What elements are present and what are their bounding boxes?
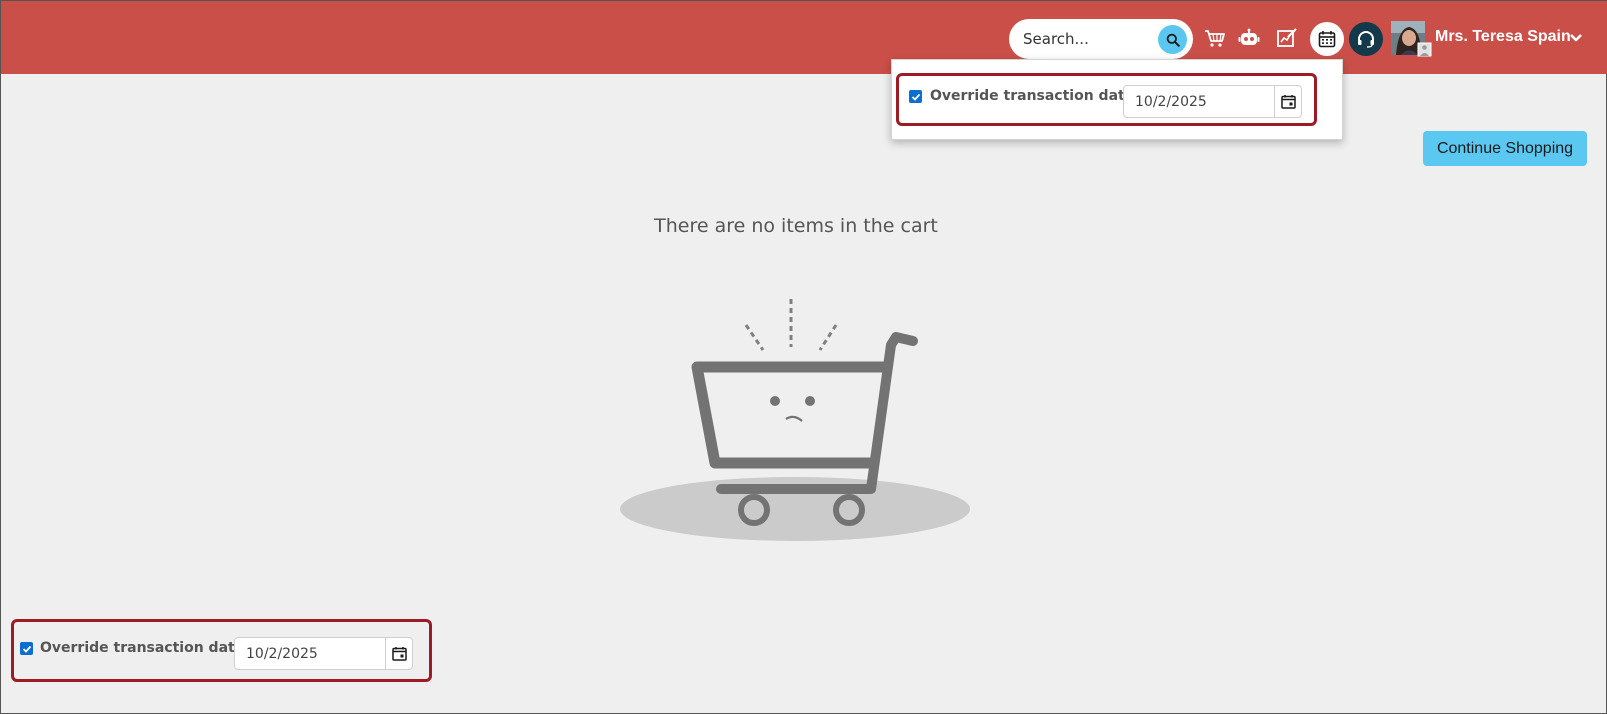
user-name[interactable]: Mrs. Teresa Spain bbox=[1435, 28, 1571, 46]
transaction-date-value: 10/2/2025 bbox=[246, 646, 318, 662]
robot-icon[interactable] bbox=[1235, 24, 1263, 52]
transaction-date-popup: Override transaction date 10/2/2025 bbox=[891, 59, 1343, 140]
empty-cart-message: There are no items in the cart bbox=[654, 215, 938, 237]
bottom-override-date-highlight: Override transaction date 10/2/2025 bbox=[11, 619, 432, 682]
search-input[interactable] bbox=[1023, 29, 1153, 49]
edit-report-icon[interactable] bbox=[1273, 24, 1301, 52]
transaction-date-value: 10/2/2025 bbox=[1135, 94, 1207, 110]
top-header: Mrs. Teresa Spain bbox=[1, 1, 1607, 74]
search-icon bbox=[1166, 33, 1180, 47]
checkmark-icon bbox=[911, 93, 920, 101]
chevron-down-icon[interactable] bbox=[1569, 31, 1583, 45]
calendar-icon bbox=[1280, 95, 1296, 109]
calendar-button[interactable] bbox=[1310, 22, 1344, 56]
override-date-checkbox[interactable] bbox=[20, 642, 33, 655]
cart-icon[interactable] bbox=[1201, 24, 1229, 52]
date-picker-button[interactable] bbox=[1274, 86, 1301, 117]
support-button[interactable] bbox=[1349, 22, 1383, 56]
date-picker-button[interactable] bbox=[385, 638, 412, 669]
override-date-highlight: Override transaction date 10/2/2025 bbox=[896, 73, 1317, 126]
calendar-icon bbox=[391, 647, 407, 661]
calendar-icon bbox=[1318, 31, 1336, 48]
override-date-label: Override transaction date bbox=[40, 640, 245, 656]
continue-shopping-button[interactable]: Continue Shopping bbox=[1423, 131, 1587, 166]
transaction-date-field[interactable]: 10/2/2025 bbox=[1123, 85, 1302, 118]
override-date-label: Override transaction date bbox=[930, 88, 1135, 104]
headset-icon bbox=[1358, 31, 1374, 48]
empty-cart-illustration bbox=[620, 299, 970, 541]
avatar[interactable] bbox=[1391, 21, 1433, 57]
transaction-date-field[interactable]: 10/2/2025 bbox=[234, 637, 413, 670]
override-date-checkbox[interactable] bbox=[909, 90, 922, 103]
search-button[interactable] bbox=[1158, 25, 1187, 54]
checkmark-icon bbox=[22, 645, 31, 653]
search-box bbox=[1009, 19, 1193, 59]
